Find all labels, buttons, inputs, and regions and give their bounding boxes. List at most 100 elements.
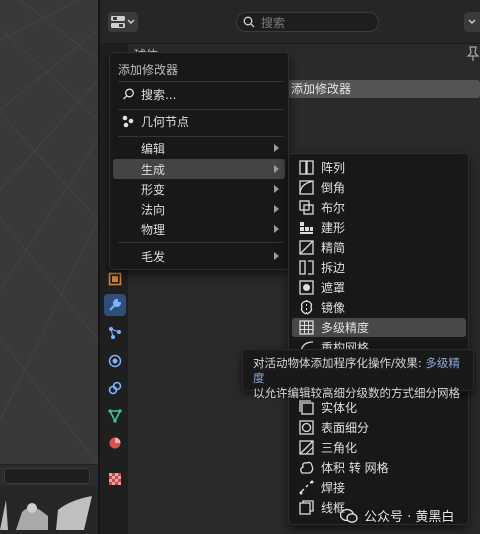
submenu-item-label: 实体化 (321, 401, 358, 415)
submenu-arrow-icon (274, 185, 279, 193)
properties-header: 搜索 (100, 0, 480, 44)
particles-icon (109, 327, 121, 339)
geometry-nodes-icon (122, 115, 134, 128)
submenu-item-triangulate[interactable]: 三角化 (292, 438, 466, 457)
submenu-item-boolean[interactable]: 布尔 (292, 198, 466, 217)
edge-split-icon (299, 260, 314, 275)
tab-object[interactable] (104, 268, 126, 290)
viewport-strip (0, 464, 98, 486)
menu-item-hair[interactable]: 毛发 (113, 246, 285, 266)
menu-separator (118, 136, 284, 137)
texture-icon (109, 473, 121, 485)
submenu-arrow-icon (274, 225, 279, 233)
submenu-item-edge-split[interactable]: 拆边 (292, 258, 466, 277)
tab-physics[interactable] (104, 350, 126, 372)
menu-item-edit[interactable]: 编辑 (113, 138, 285, 158)
search-field[interactable]: 搜索 (236, 12, 379, 32)
decimate-icon (299, 240, 314, 255)
submenu-item-weld[interactable]: 焊接 (292, 478, 466, 497)
3d-viewport[interactable] (0, 0, 98, 534)
submenu-arrow-icon (274, 144, 279, 152)
submenu-item-label: 遮罩 (321, 281, 346, 295)
add-modifier-menu: 添加修改器 搜索... 几何节点 编辑 生成 形变 法向 物理 毛发 (109, 52, 289, 270)
material-icon (109, 437, 121, 449)
boolean-icon (299, 200, 314, 215)
menu-item-label: 法向 (141, 202, 166, 217)
menu-separator (118, 81, 284, 82)
add-modifier-button[interactable]: 添加修改器 (288, 80, 480, 98)
submenu-item-label: 三角化 (321, 441, 358, 455)
tooltip: 对活动物体添加程序化操作/效果: 多级精度 以允许编辑较高细分级数的方式细分网格 (242, 349, 474, 400)
array-icon (299, 160, 314, 175)
tooltip-text: 对活动物体添加程序化操作/效果: (253, 356, 426, 370)
submenu-item-volume-to-mesh[interactable]: 体积 转 网格 (292, 458, 466, 477)
submenu-item-label: 表面细分 (321, 421, 370, 435)
viewport-grid (0, 0, 98, 464)
submenu-item-decimate[interactable]: 精简 (292, 238, 466, 257)
wrench-icon (109, 298, 122, 311)
submenu-item-label: 建形 (321, 221, 346, 235)
tab-particles[interactable] (104, 322, 126, 344)
submenu-item-bevel[interactable]: 倒角 (292, 178, 466, 197)
submenu-item-multires[interactable]: 多级精度 (292, 318, 466, 337)
tab-texture[interactable] (104, 468, 126, 490)
triangulate-icon (299, 440, 314, 455)
chevron-down-icon (127, 19, 135, 24)
search-icon (243, 16, 255, 28)
submenu-item-build[interactable]: 建形 (292, 218, 466, 237)
subdivision-icon (299, 420, 314, 435)
tab-constraints[interactable] (104, 377, 126, 399)
submenu-item-label: 体积 转 网格 (321, 461, 389, 475)
asset-thumbnails (0, 486, 98, 534)
mask-icon (299, 280, 314, 295)
constraints-icon (108, 381, 122, 395)
menu-item-label: 形变 (141, 182, 166, 197)
menu-item-label: 物理 (141, 222, 166, 237)
submenu-item-subdivision[interactable]: 表面细分 (292, 418, 466, 437)
submenu-item-label: 拆边 (321, 261, 346, 275)
submenu-item-label: 阵列 (321, 161, 346, 175)
wechat-icon (340, 508, 358, 523)
menu-item-physics[interactable]: 物理 (113, 219, 285, 239)
tab-modifiers[interactable] (104, 294, 126, 316)
properties-editor-icon (111, 16, 125, 28)
multires-icon (299, 320, 314, 335)
viewport-field[interactable] (4, 468, 90, 484)
tooltip-line-1: 对活动物体添加程序化操作/效果: 多级精度 (253, 356, 463, 386)
submenu-item-mirror[interactable]: 镜像 (292, 298, 466, 317)
build-icon (300, 222, 313, 234)
tab-data[interactable] (104, 405, 126, 427)
submenu-item-label: 精简 (321, 241, 346, 255)
menu-title: 添加修改器 (118, 63, 179, 77)
properties-tabs (100, 264, 128, 534)
weld-icon (299, 480, 314, 495)
submenu-item-mask[interactable]: 遮罩 (292, 278, 466, 297)
submenu-item-label: 倒角 (321, 181, 346, 195)
menu-item-label: 生成 (141, 162, 166, 177)
pin-icon[interactable] (466, 46, 480, 62)
menu-item-label: 几何节点 (141, 114, 190, 129)
menu-separator (118, 109, 284, 110)
menu-item-label: 搜索... (141, 87, 177, 102)
mirror-icon (300, 300, 313, 315)
mesh-data-icon (108, 409, 122, 423)
menu-item-deform[interactable]: 形变 (113, 179, 285, 199)
menu-item-generate[interactable]: 生成 (113, 159, 285, 179)
menu-item-label: 毛发 (141, 249, 166, 264)
tab-material[interactable] (104, 432, 126, 454)
menu-separator (118, 242, 284, 243)
watermark: 公众号 · 黄黑白 (340, 506, 454, 525)
watermark-text: 公众号 · 黄黑白 (364, 510, 455, 525)
editor-type-button[interactable] (108, 12, 138, 32)
menu-item-geometry-nodes[interactable]: 几何节点 (113, 111, 285, 131)
chevron-down-icon (468, 19, 476, 24)
wireframe-icon (299, 500, 314, 515)
menu-item-normals[interactable]: 法向 (113, 199, 285, 219)
search-icon (122, 88, 134, 99)
object-icon (108, 272, 122, 286)
menu-item-search[interactable]: 搜索... (113, 84, 285, 104)
tooltip-line-2: 以允许编辑较高细分级数的方式细分网格 (253, 386, 460, 400)
filter-dropdown[interactable] (464, 12, 480, 32)
menu-item-label: 编辑 (141, 141, 166, 156)
submenu-item-array[interactable]: 阵列 (292, 158, 466, 177)
